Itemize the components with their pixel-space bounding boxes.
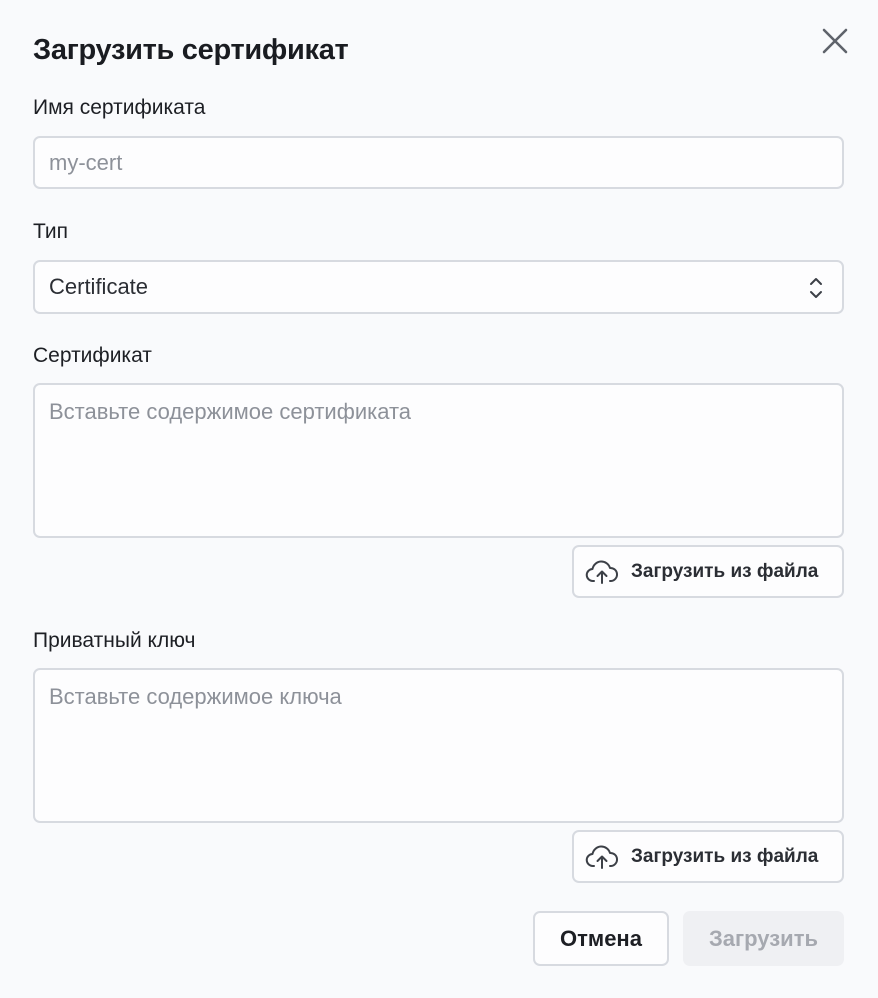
type-select[interactable]: Certificate xyxy=(33,260,844,314)
close-icon xyxy=(822,28,848,54)
type-select-value: Certificate xyxy=(49,274,149,299)
private-key-label: Приватный ключ xyxy=(33,629,196,652)
cloud-upload-icon xyxy=(585,558,619,586)
certificate-upload-label: Загрузить из файла xyxy=(631,560,819,582)
certificate-name-input[interactable] xyxy=(33,136,844,189)
chevron-up-down-icon xyxy=(810,278,822,298)
submit-button[interactable]: Загрузить xyxy=(683,911,844,966)
certificate-upload-button[interactable]: Загрузить из файла xyxy=(572,545,844,598)
private-key-upload-button[interactable]: Загрузить из файла xyxy=(572,830,844,883)
private-key-upload-label: Загрузить из файла xyxy=(631,845,819,867)
name-label: Имя сертификата xyxy=(33,96,206,119)
upload-certificate-dialog: Загрузить сертификат Имя сертификата Тип… xyxy=(0,0,878,998)
close-button[interactable] xyxy=(818,24,852,58)
type-label: Тип xyxy=(33,220,69,243)
certificate-label: Сертификат xyxy=(33,344,152,367)
dialog-title: Загрузить сертификат xyxy=(33,34,349,66)
certificate-textarea[interactable] xyxy=(33,383,844,538)
cloud-upload-icon xyxy=(585,843,619,871)
private-key-textarea[interactable] xyxy=(33,668,844,823)
cancel-button[interactable]: Отмена xyxy=(533,911,669,966)
